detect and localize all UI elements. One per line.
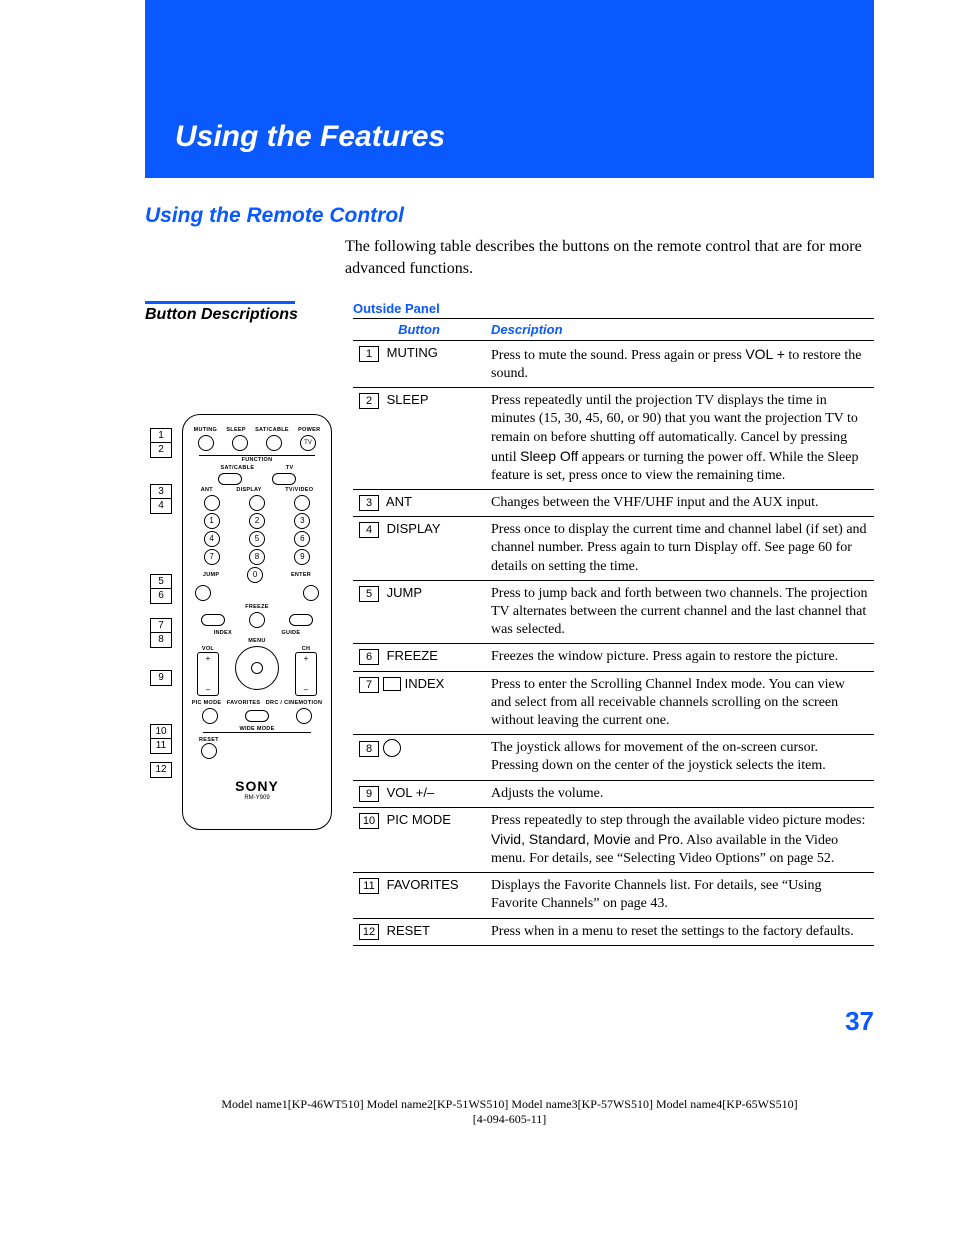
jump-button [195, 585, 211, 601]
table-row: 5 JUMPPress to jump back and forth betwe… [353, 580, 874, 644]
satcable-power-button [266, 435, 282, 451]
two-column-layout: Button Descriptions 123456789101112 MUTI… [145, 301, 874, 946]
side-heading: Button Descriptions [145, 306, 335, 324]
freeze-button [249, 612, 265, 628]
joystick-icon [383, 739, 401, 757]
chapter-banner: Using the Features [145, 0, 874, 178]
muting-button [198, 435, 214, 451]
row-description: Displays the Favorite Channels list. For… [485, 873, 874, 918]
row-number: 3 [359, 495, 379, 511]
row-description: Press to jump back and forth between two… [485, 580, 874, 644]
row-description: Press repeatedly to step through the ava… [485, 807, 874, 873]
row-number: 5 [359, 586, 379, 602]
table-row: 12 RESETPress when in a menu to reset th… [353, 918, 874, 945]
remote-diagram: 123456789101112 MUTING SLEEP SAT/CABLE P… [145, 414, 335, 830]
callout-12: 12 [150, 762, 172, 778]
remote-body: MUTING SLEEP SAT/CABLE POWER TV FUNCTION [182, 414, 332, 830]
table-row: 1 MUTINGPress to mute the sound. Press a… [353, 340, 874, 387]
row-description: Freezes the window picture. Press again … [485, 644, 874, 671]
brand-logo: SONY [189, 778, 325, 794]
row-description: Adjusts the volume. [485, 780, 874, 807]
table-row: 6 FREEZEFreezes the window picture. Pres… [353, 644, 874, 671]
row-description: Press when in a menu to reset the settin… [485, 918, 874, 945]
callout-8: 8 [150, 632, 172, 648]
index-icon [383, 677, 401, 691]
reset-button [201, 743, 217, 759]
table-row: 2 SLEEPPress repeatedly until the projec… [353, 388, 874, 490]
footer-docid: [4-094-605-11] [145, 1112, 874, 1128]
row-number: 11 [359, 878, 379, 894]
row-description: Changes between the VHF/UHF input and th… [485, 490, 874, 517]
row-description: Press to mute the sound. Press again or … [485, 340, 874, 387]
callout-4: 4 [150, 498, 172, 514]
row-number: 9 [359, 786, 379, 802]
tvvideo-button [294, 495, 310, 511]
callout-6: 6 [150, 588, 172, 604]
row-number: 6 [359, 649, 379, 665]
table-row: 8 The joystick allows for movement of the… [353, 735, 874, 780]
col-button: Button [353, 318, 485, 340]
table-row: 4 DISPLAYPress once to display the curre… [353, 517, 874, 581]
freeze-left [201, 614, 225, 626]
sidebar: Button Descriptions 123456789101112 MUTI… [145, 301, 335, 830]
table-row: 7 INDEXPress to enter the Scrolling Chan… [353, 671, 874, 735]
enter-button [303, 585, 319, 601]
section-title: Using the Remote Control [145, 204, 874, 228]
freeze-right [289, 614, 313, 626]
display-button [249, 495, 265, 511]
function-satcable [218, 473, 242, 485]
callout-9: 9 [150, 670, 172, 686]
callout-11: 11 [150, 738, 172, 754]
model-number: RM-Y909 [189, 795, 325, 801]
row-description: The joystick allows for movement of the … [485, 735, 874, 780]
joystick [235, 646, 279, 690]
row-number: 1 [359, 346, 379, 362]
side-heading-rule [145, 301, 295, 304]
row-number: 2 [359, 393, 379, 409]
table-row: 9 VOL +/–Adjusts the volume. [353, 780, 874, 807]
table-title: Outside Panel [353, 301, 874, 316]
row-number: 4 [359, 522, 379, 538]
row-description: Press to enter the Scrolling Channel Ind… [485, 671, 874, 735]
row-number: 8 [359, 741, 379, 757]
row-number: 7 [359, 677, 379, 693]
ant-button [204, 495, 220, 511]
intro-paragraph: The following table describes the button… [345, 236, 874, 281]
row-description: Press repeatedly until the projection TV… [485, 388, 874, 490]
page-number: 37 [145, 1006, 874, 1037]
footer: Model name1[KP-46WT510] Model name2[KP-5… [145, 1097, 874, 1128]
footer-models: Model name1[KP-46WT510] Model name2[KP-5… [145, 1097, 874, 1113]
row-number: 12 [359, 924, 379, 940]
function-tv [272, 473, 296, 485]
callout-2: 2 [150, 442, 172, 458]
sleep-button [232, 435, 248, 451]
table-row: 10 PIC MODEPress repeatedly to step thro… [353, 807, 874, 873]
page: Using the Features Using the Remote Cont… [0, 0, 954, 1168]
row-description: Press once to display the current time a… [485, 517, 874, 581]
button-description-table: Button Description 1 MUTINGPress to mute… [353, 318, 874, 946]
col-description: Description [485, 318, 874, 340]
row-number: 10 [359, 813, 379, 829]
table-row: 11 FAVORITESDisplays the Favorite Channe… [353, 873, 874, 918]
content: Outside Panel Button Description 1 MUTIN… [353, 301, 874, 946]
favorites-button [245, 710, 269, 722]
table-row: 3 ANTChanges between the VHF/UHF input a… [353, 490, 874, 517]
tv-power-button: TV [300, 435, 316, 451]
